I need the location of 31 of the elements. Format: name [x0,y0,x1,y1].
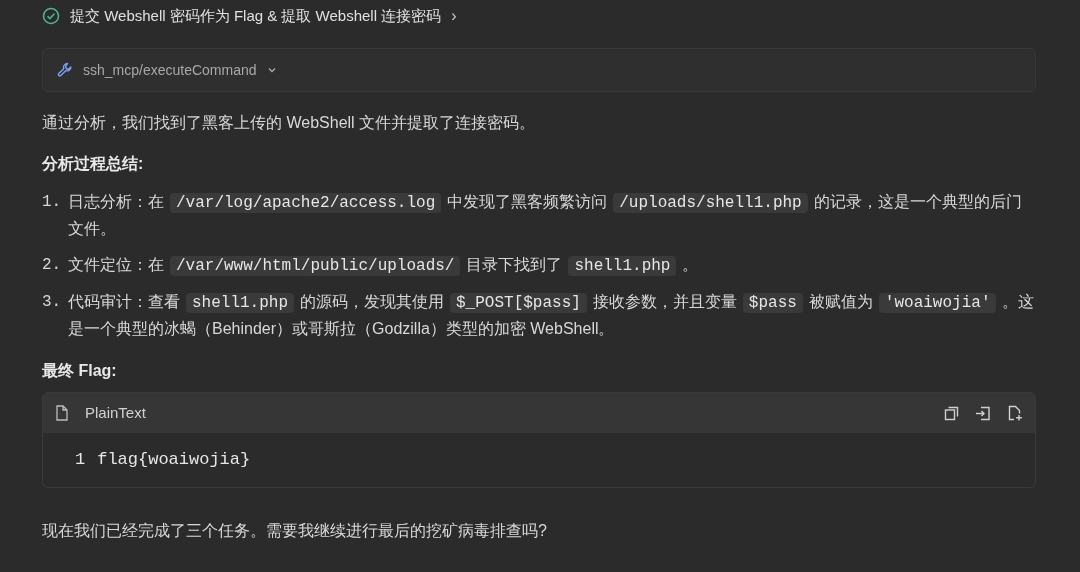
list-number: 2. [42,255,63,276]
inline-code: shell1.php [186,293,294,313]
step-title[interactable]: 提交 Webshell 密码作为 Flag & 提取 Webshell 连接密码 [70,4,442,28]
list-item-text: 日志分析：在 /var/log/apache2/access.log 中发现了黑客频繁访问 /uploads/shell1.php 的记录，这是一个典型的后门文件。 [68,192,1023,239]
inline-code: 'woaiwojia' [878,293,997,313]
list-item-text: 代码审计：查看 shell1.php 的源码，发现其使用 $_POST[$pass] 接收参数，并且变量 $pass 被赋值为 'woaiwojia' 。这是一个典型的冰蝎（Behinder）或哥斯拉（Godzilla）类型的加密 WebShell。 [68,292,1036,339]
code-line: flag{woaiwojia} [97,449,251,471]
file-icon [55,405,69,421]
section-heading: 最终 Flag: [42,361,118,381]
inline-code: $pass [742,293,803,313]
caret-icon[interactable] [266,65,277,75]
paragraph: 现在我们已经完成了三个任务。需要我继续进行最后的挖矿病毒排查吗? [42,521,548,541]
paragraph: 通过分析，我们找到了黑客上传的 WebShell 文件并提取了连接密码。 [42,113,537,133]
list-number: 3. [42,292,63,313]
inline-code: shell1.php [568,256,677,276]
inline-code: /var/log/apache2/access.log [170,193,442,213]
list-item-text: 文件定位：在 /var/www/html/public/uploads/ 目录下找到了 shell1.php 。 [68,255,700,278]
section-heading: 分析过程总结: [42,154,145,174]
list-number: 1. [42,192,63,213]
inline-code: /uploads/shell1.php [613,193,808,213]
wrench-icon [57,62,73,78]
tool-call-label[interactable]: ssh_mcp/executeCommand [83,59,257,81]
new-file-icon[interactable] [1007,405,1023,421]
copy-icon[interactable] [944,405,959,421]
line-number: 1 [75,449,86,471]
language-label: PlainText [85,402,146,423]
inline-code: /var/www/html/public/uploads/ [170,256,461,276]
chevron-icon[interactable]: › [451,4,457,28]
inline-code: $_POST[$pass] [450,293,587,313]
insert-icon[interactable] [975,405,991,421]
check-circle-icon [42,7,60,25]
